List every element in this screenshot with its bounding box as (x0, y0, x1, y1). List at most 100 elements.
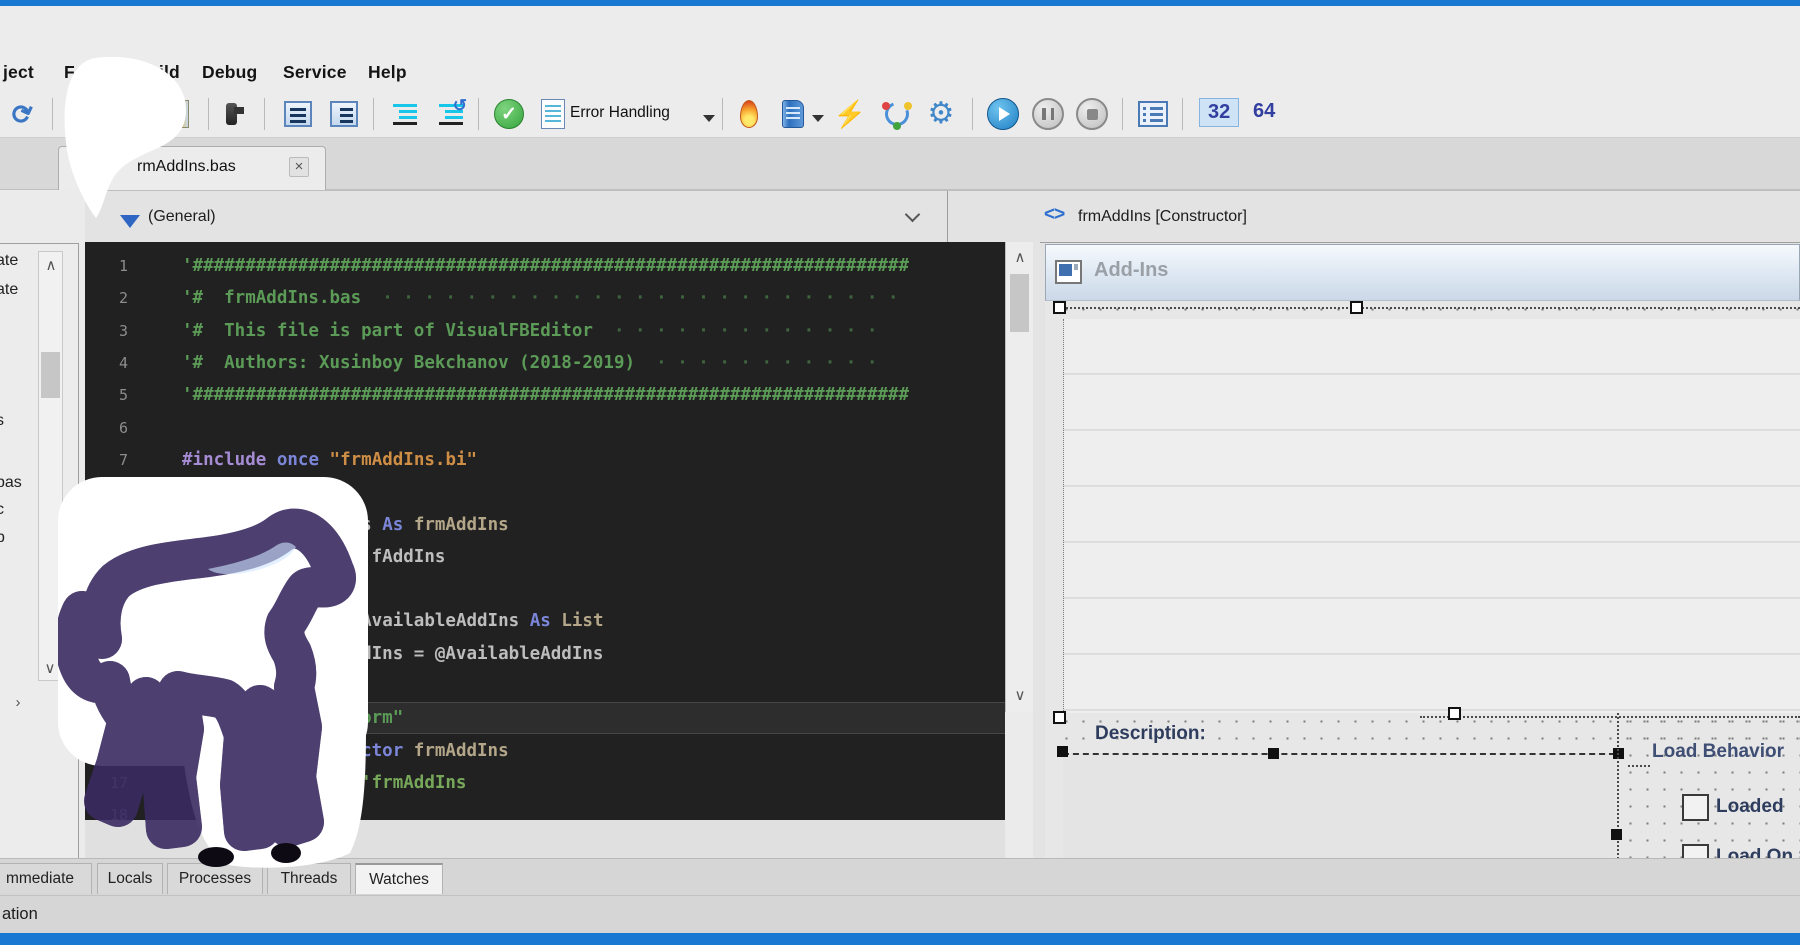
toolbar-separator (264, 98, 265, 130)
tree-item-fragment[interactable]: p (0, 529, 32, 547)
scroll-right-icon[interactable]: › (8, 694, 28, 711)
code-text: #include once "frmAddIns.bi" (182, 450, 477, 470)
visualfbeditor-window: ject Form uild Debug Service Help ⟳ ↺ ✓ … (0, 0, 1800, 945)
selection-dotted-line (1058, 307, 1800, 309)
flame-icon[interactable] (732, 97, 766, 131)
caret-down-glyph (703, 115, 715, 122)
bitness-32-button[interactable]: 32 (1199, 98, 1239, 127)
selection-handle[interactable] (1057, 746, 1068, 757)
code-line[interactable]: 3'# This file is part of VisualFBEditor … (85, 315, 1005, 347)
outdent-glyph: ↺ (437, 102, 465, 126)
error-handling-dropdown-icon[interactable] (703, 109, 715, 127)
scrollbar-thumb[interactable] (41, 352, 60, 398)
undo-icon[interactable]: ⟳ (6, 97, 40, 131)
line-number: 6 (85, 419, 140, 437)
menu-bar: ject Form uild Debug Service Help (0, 6, 1800, 92)
tree-item-fragment[interactable]: bas (0, 474, 32, 492)
line-number: 2 (85, 289, 140, 307)
code-line[interactable]: 4'# Authors: Xusinboy Bekchanov (2018-20… (85, 347, 1005, 379)
align-right-icon[interactable] (327, 97, 361, 131)
selection-handle[interactable] (1268, 748, 1279, 759)
selection-handle[interactable] (1053, 301, 1066, 314)
tree-item-fragment[interactable]: ate (0, 281, 32, 299)
quick-run-icon[interactable]: ⚡ (833, 97, 867, 131)
caret-down-glyph (812, 115, 824, 122)
load-on-startup-checkbox[interactable] (1682, 844, 1709, 858)
find-icon[interactable] (222, 97, 256, 131)
syntax-check-icon[interactable]: ✓ (492, 97, 526, 131)
bitness-64-button[interactable]: 64 (1245, 98, 1283, 125)
editor-designer-splitter[interactable] (1033, 242, 1040, 858)
horse-image (58, 477, 368, 868)
settings-gear-icon[interactable]: ⚙ (924, 97, 958, 131)
form-window-icon (1055, 260, 1082, 284)
align-right-glyph (330, 101, 358, 127)
tree-item-fragment[interactable]: s (0, 412, 32, 430)
menu-help[interactable]: Help (368, 62, 407, 83)
form-view-icon[interactable] (1136, 97, 1170, 131)
scrollbar-thumb[interactable] (1010, 274, 1029, 332)
designed-form-titlebar: Add-Ins (1045, 244, 1800, 301)
line-number: 3 (85, 322, 140, 340)
scroll-down-icon[interactable]: ∨ (1010, 686, 1030, 704)
script-dropdown-icon[interactable] (812, 109, 824, 127)
selection-handle[interactable] (1611, 829, 1622, 840)
selection-handle[interactable] (1448, 707, 1461, 720)
code-text: '# Authors: Xusinboy Bekchanov (2018-201… (182, 353, 877, 373)
debug-panel: mmediateLocalsProcessesThreadsWatches at… (0, 858, 1800, 933)
menu-debug[interactable]: Debug (202, 62, 257, 83)
code-line[interactable]: 1'######################################… (85, 250, 1005, 282)
code-line[interactable]: 2'# frmAddIns.bas · · · · · · · · · · · … (85, 282, 1005, 314)
toolbar-separator (52, 98, 53, 130)
loaded-checkbox[interactable] (1682, 794, 1709, 821)
refresh-glyph (882, 99, 912, 129)
play-glyph (987, 98, 1019, 130)
toolbar-separator (1182, 98, 1183, 130)
chevron-down-icon[interactable] (905, 207, 921, 223)
code-line[interactable]: 5'######################################… (85, 379, 1005, 411)
pause-icon[interactable] (1031, 97, 1065, 131)
rebuild-icon[interactable] (880, 97, 914, 131)
scroll-up-icon[interactable]: ∧ (41, 256, 61, 274)
member-combo[interactable]: <> frmAddIns [Constructor] (947, 191, 1800, 243)
addins-listview[interactable] (1063, 319, 1800, 713)
script-icon[interactable] (776, 97, 810, 131)
status-text: ation (2, 905, 38, 924)
scroll-glyph (782, 100, 804, 128)
selection-handle[interactable] (1053, 711, 1066, 724)
selection-handle[interactable] (1350, 301, 1363, 314)
load-on-startup-checkbox-label: Load On S (1716, 846, 1800, 858)
outdent-icon[interactable]: ↺ (434, 97, 468, 131)
menu-project[interactable]: ject (3, 62, 34, 83)
tab-close-icon[interactable]: × (289, 157, 309, 177)
editor-scrollbar[interactable]: ∧ ∨ (1005, 242, 1033, 712)
code-line[interactable]: 6 (85, 411, 1005, 443)
align-left-icon[interactable] (281, 97, 315, 131)
error-handling-label[interactable]: Error Handling (570, 104, 670, 122)
pause-glyph (1032, 98, 1064, 130)
stop-icon[interactable] (1075, 97, 1109, 131)
run-icon[interactable] (986, 97, 1020, 131)
general-combo[interactable]: (General) (85, 191, 945, 243)
scroll-up-icon[interactable]: ∧ (1010, 248, 1030, 266)
error-doc-icon[interactable] (536, 97, 570, 131)
menu-service[interactable]: Service (283, 62, 347, 83)
toolbar-separator (722, 98, 723, 130)
debug-tab-watches[interactable]: Watches (355, 863, 443, 894)
designer-grid-top (1058, 301, 1800, 319)
toolbar-separator (373, 98, 374, 130)
line-number: 7 (85, 451, 140, 469)
scroll-down-icon[interactable]: ∨ (40, 659, 60, 677)
stop-glyph (1076, 98, 1108, 130)
toolbar-separator (1122, 98, 1123, 130)
tree-item-fragment[interactable]: ate (0, 252, 32, 270)
code-brackets-icon: <> (1044, 204, 1064, 226)
tree-item-fragment[interactable]: c (0, 501, 32, 519)
indent-icon[interactable] (388, 97, 422, 131)
description-textbox[interactable] (1063, 753, 1615, 858)
window-bottom-border (0, 933, 1800, 945)
designer-grid-right (1622, 713, 1800, 858)
form-designer: Add-Ins Description: Load Behavior Loade… (1040, 242, 1800, 858)
align-left-glyph (284, 101, 312, 127)
code-line[interactable]: 7 #include once "frmAddIns.bi" (85, 444, 1005, 476)
